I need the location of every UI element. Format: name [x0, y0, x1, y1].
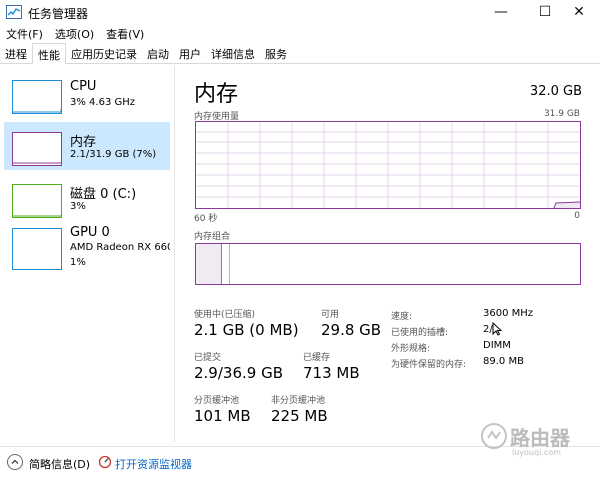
nonpaged-pool-value: 225 MB	[271, 407, 328, 425]
paged-pool-value: 101 MB	[194, 407, 251, 425]
memory-panel: 内存 32.0 GB 内存使用量 31.9 GB 60 秒 0 内存组合 使用中…	[176, 66, 600, 442]
menu-file[interactable]: 文件(F)	[0, 24, 49, 42]
slots-label: 已使用的插槽:	[391, 328, 449, 338]
memory-usage-graph	[195, 121, 581, 209]
sidebar-item-detail: 3% 4.63 GHz	[70, 97, 136, 108]
tab-performance[interactable]: 性能	[32, 43, 66, 64]
sidebar-item-cpu[interactable]: CPU 3% 4.63 GHz	[4, 70, 170, 118]
mouse-cursor-icon	[492, 322, 502, 336]
sidebar-item-detail: 3%	[70, 201, 86, 212]
committed-label: 已提交	[194, 353, 222, 363]
watermark: 路由器 luyouqi.com	[478, 416, 594, 466]
sidebar-item-memory[interactable]: 内存 2.1/31.9 GB (7%)	[4, 122, 170, 170]
tab-bar: 进程 性能 应用历史记录 启动 用户 详细信息 服务	[0, 43, 600, 64]
form-factor-label: 外形规格:	[391, 344, 431, 354]
disk-thumbnail	[12, 184, 62, 218]
resource-sidebar: CPU 3% 4.63 GHz 内存 2.1/31.9 GB (7%) 磁盘 0…	[0, 66, 175, 442]
fewer-details-button[interactable]: 简略信息(D)	[29, 456, 90, 472]
tab-services[interactable]: 服务	[260, 43, 292, 64]
close-button[interactable]: ✕	[556, 0, 600, 24]
window-title: 任务管理器	[28, 7, 89, 21]
cpu-thumbnail	[12, 80, 62, 114]
tab-app-history[interactable]: 应用历史记录	[66, 43, 142, 64]
usage-graph-max: 31.9 GB	[543, 109, 580, 119]
resource-monitor-icon	[98, 455, 112, 469]
watermark-text: 路由器	[510, 426, 570, 450]
in-use-value: 2.1 GB (0 MB)	[194, 321, 299, 339]
sidebar-item-label: GPU 0	[70, 225, 110, 240]
tab-processes[interactable]: 进程	[0, 43, 32, 64]
memory-composition-bar	[195, 243, 581, 285]
title-bar[interactable]: 任务管理器 — ☐ ✕	[0, 0, 600, 24]
sidebar-item-gpu[interactable]: GPU 0 AMD Radeon RX 6600 1%	[4, 222, 170, 282]
sidebar-item-detail: 2.1/31.9 GB (7%)	[70, 149, 157, 160]
speed-value: 3600 MHz	[483, 308, 534, 319]
menu-bar: 文件(F) 选项(O) 查看(V)	[0, 24, 600, 42]
sidebar-item-label: CPU	[70, 79, 97, 94]
router-logo-icon	[481, 423, 507, 449]
cached-label: 已缓存	[303, 353, 331, 363]
available-value: 29.8 GB	[321, 321, 382, 339]
cached-value: 713 MB	[303, 364, 360, 382]
reserved-label: 为硬件保留的内存:	[391, 360, 467, 370]
available-label: 可用	[321, 310, 340, 320]
minimize-button[interactable]: —	[478, 0, 524, 24]
watermark-url: luyouqi.com	[512, 448, 561, 457]
sidebar-item-disk[interactable]: 磁盘 0 (C:) 3%	[4, 174, 170, 222]
composition-in-use	[196, 244, 222, 284]
tab-startup[interactable]: 启动	[142, 43, 174, 64]
menu-view[interactable]: 查看(V)	[100, 24, 150, 42]
sidebar-item-detail: AMD Radeon RX 6600	[70, 242, 170, 253]
memory-total: 32.0 GB	[529, 84, 582, 99]
graph-time-end: 0	[574, 211, 580, 221]
gpu-thumbnail	[12, 228, 62, 270]
sidebar-item-usage: 1%	[70, 257, 86, 268]
reserved-value: 89.0 MB	[483, 356, 524, 367]
sidebar-item-label: 磁盘 0 (C:)	[70, 187, 137, 202]
composition-label: 内存组合	[194, 232, 231, 242]
task-manager-icon	[6, 5, 22, 19]
nonpaged-pool-label: 非分页缓冲池	[271, 396, 326, 406]
form-factor-value: DIMM	[483, 340, 511, 351]
committed-value: 2.9/36.9 GB	[194, 364, 283, 382]
memory-thumbnail	[12, 132, 62, 166]
menu-options[interactable]: 选项(O)	[49, 24, 100, 42]
sidebar-item-label: 内存	[70, 135, 97, 150]
composition-modified	[222, 244, 230, 284]
tab-details[interactable]: 详细信息	[206, 43, 260, 64]
paged-pool-label: 分页缓冲池	[194, 396, 240, 406]
tab-users[interactable]: 用户	[174, 43, 206, 64]
in-use-label: 使用中(已压缩)	[194, 310, 256, 320]
speed-label: 速度:	[391, 312, 413, 322]
page-title: 内存	[194, 82, 239, 107]
graph-time-start: 60 秒	[194, 214, 218, 224]
open-resource-monitor-link[interactable]: 打开资源监视器	[115, 456, 192, 472]
chevron-up-icon[interactable]	[7, 454, 23, 470]
